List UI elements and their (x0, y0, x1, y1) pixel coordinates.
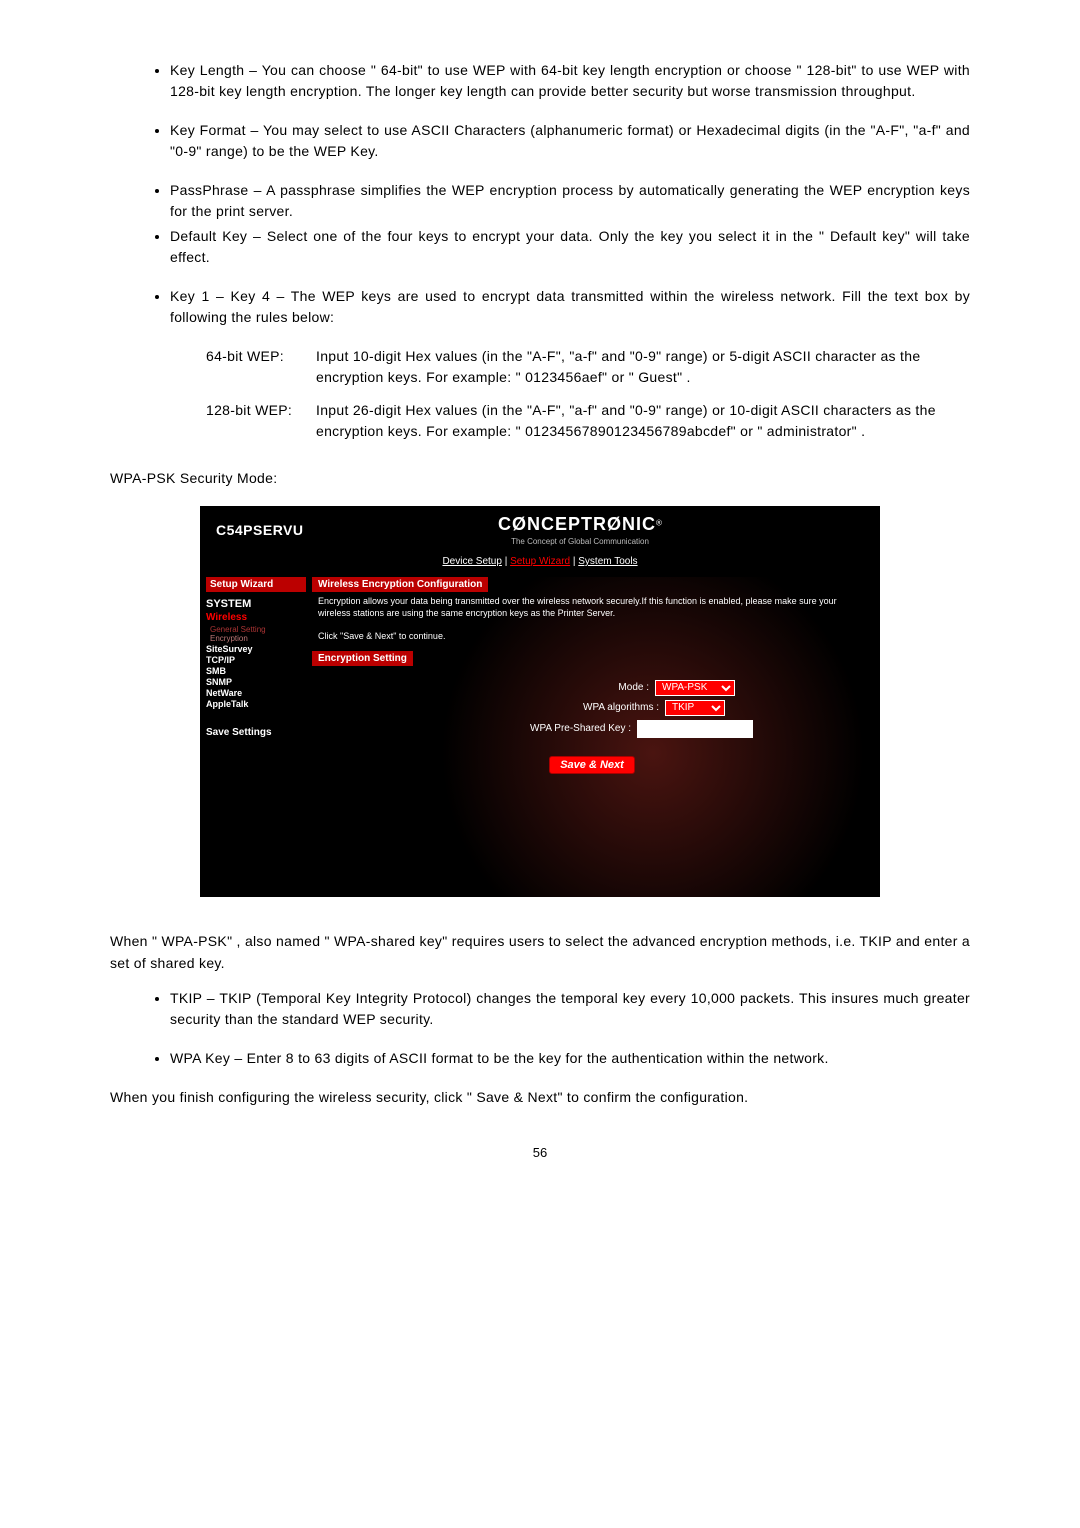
mode-select[interactable]: WPA-PSK (655, 680, 735, 696)
wep128-label: 128-bit WEP: (206, 400, 316, 442)
ui-header: C54PSERVU CØNCEPTRØNIC® The Concept of G… (200, 506, 880, 546)
algo-label: WPA algorithms : (459, 702, 659, 713)
sidebar-appletalk[interactable]: AppleTalk (206, 699, 306, 709)
bullet-passphrase: PassPhrase – A passphrase simplifies the… (170, 180, 970, 222)
nav-sep: | (502, 556, 510, 567)
bullet-key-format: Key Format – You may select to use ASCII… (170, 120, 970, 162)
main-panel: Wireless Encryption Configuration Encryp… (312, 577, 880, 897)
nav-setup-wizard[interactable]: Setup Wizard (510, 556, 570, 567)
sidebar-tcpip[interactable]: TCP/IP (206, 655, 306, 665)
nav-device-setup[interactable]: Device Setup (442, 556, 501, 567)
sidebar-sitesurvey[interactable]: SiteSurvey (206, 644, 306, 654)
sidebar-general-setting[interactable]: General Setting (210, 625, 306, 634)
desc-line1: Encryption allows your data being transm… (318, 596, 837, 618)
encryption-form: Mode : WPA-PSK WPA algorithms : TKIP WPA… (312, 666, 872, 774)
bullet-wpa-key: WPA Key – Enter 8 to 63 digits of ASCII … (170, 1048, 970, 1069)
sidebar-smb[interactable]: SMB (206, 666, 306, 676)
wpa-psk-heading: WPA-PSK Security Mode: (110, 470, 970, 486)
panel-description: Encryption allows your data being transm… (312, 592, 872, 649)
encryption-setting-title: Encryption Setting (312, 651, 413, 666)
router-ui: C54PSERVU CØNCEPTRØNIC® The Concept of G… (200, 506, 880, 897)
sidebar-netware[interactable]: NetWare (206, 688, 306, 698)
bullet-default-key: Default Key – Select one of the four key… (170, 226, 970, 268)
nav-system-tools[interactable]: System Tools (578, 556, 637, 567)
mode-label: Mode : (449, 682, 649, 693)
bullet-key-length: Key Length – You can choose " 64-bit" to… (170, 60, 970, 102)
sidebar-wireless[interactable]: Wireless (206, 612, 306, 623)
brand-logo: CØNCEPTRØNIC (498, 514, 656, 534)
panel-title: Wireless Encryption Configuration (312, 577, 488, 592)
sidebar-snmp[interactable]: SNMP (206, 677, 306, 687)
top-nav: Device Setup | Setup Wizard | System Too… (200, 546, 880, 577)
wep64-label: 64-bit WEP: (206, 346, 316, 388)
top-bullet-list: Key Length – You can choose " 64-bit" to… (110, 60, 970, 328)
algo-select[interactable]: TKIP (665, 700, 725, 716)
sidebar-encryption[interactable]: Encryption (210, 634, 306, 643)
after-p1: When " WPA-PSK" , also named " WPA-share… (110, 931, 970, 974)
save-next-button[interactable]: Save & Next (549, 756, 635, 774)
sidebar: Setup Wizard SYSTEM Wireless General Set… (200, 577, 312, 897)
sidebar-system[interactable]: SYSTEM (206, 598, 306, 610)
after-p2: When you finish configuring the wireless… (110, 1087, 970, 1109)
bullet-tkip: TKIP – TKIP (Temporal Key Integrity Prot… (170, 988, 970, 1030)
wep64-text: Input 10-digit Hex values (in the "A-F",… (316, 346, 970, 388)
psk-input[interactable] (637, 720, 753, 738)
page-number: 56 (110, 1145, 970, 1160)
desc-line2: Click "Save & Next" to continue. (318, 631, 445, 641)
bullet-key1-4: Key 1 – Key 4 – The WEP keys are used to… (170, 286, 970, 328)
psk-label: WPA Pre-Shared Key : (431, 723, 631, 734)
sidebar-save-settings[interactable]: Save Settings (206, 727, 306, 738)
sidebar-setup-wizard[interactable]: Setup Wizard (206, 577, 306, 592)
wep-examples: 64-bit WEP: Input 10-digit Hex values (i… (206, 346, 970, 442)
bottom-bullet-list: TKIP – TKIP (Temporal Key Integrity Prot… (110, 988, 970, 1069)
wep128-text: Input 26-digit Hex values (in the "A-F",… (316, 400, 970, 442)
logo-reg-icon: ® (656, 519, 662, 528)
product-name: C54PSERVU (216, 522, 356, 538)
brand-tagline: The Concept of Global Communication (356, 537, 804, 546)
